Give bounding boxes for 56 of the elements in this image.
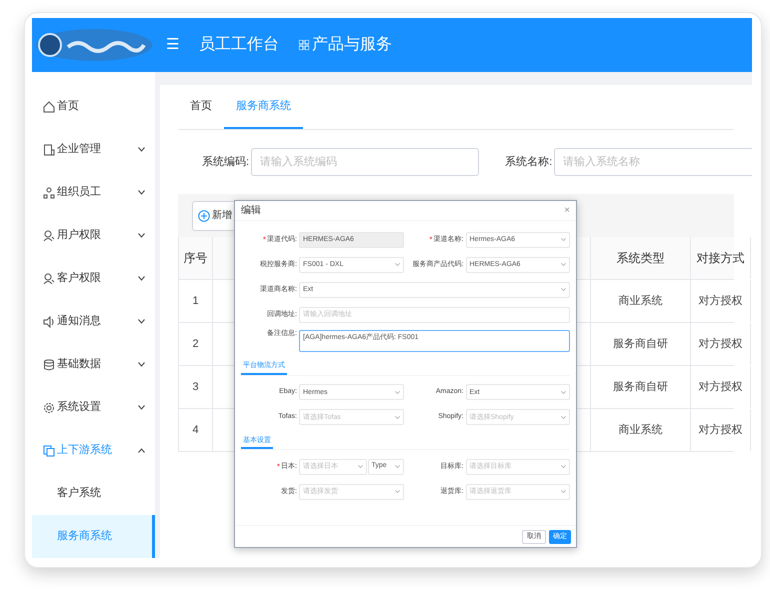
settings-icon: [43, 402, 55, 414]
column-header[interactable]: 序号: [179, 237, 213, 279]
sidebar-item[interactable]: 客户权限: [32, 257, 155, 300]
chevron-down-icon: [561, 263, 566, 266]
sidebar-subitem[interactable]: 客户系统: [32, 472, 155, 515]
tab[interactable]: 首页: [178, 85, 224, 129]
chevron-down-icon: [561, 490, 566, 493]
document-icon: [43, 144, 55, 156]
chevron-down-icon: [394, 263, 400, 266]
table-cell: 2: [179, 323, 213, 365]
column-header[interactable]: 对接方式: [691, 237, 751, 279]
table-cell: 商业系统: [591, 280, 691, 322]
chevron-down-icon: [394, 416, 400, 418]
column-header[interactable]: 系统类型: [591, 237, 691, 279]
required-mark: *: [429, 236, 433, 244]
home-icon: [43, 100, 55, 112]
sidebar-item[interactable]: 用户权限: [32, 214, 155, 257]
table-cell: 商业系统: [591, 409, 691, 451]
text-field[interactable]: 请输入系统编码: [251, 148, 480, 176]
user-key-icon: [43, 272, 55, 284]
table-cell: 3: [179, 366, 213, 408]
chevron-down-icon: [561, 416, 566, 418]
field-label: 系统名称:: [505, 154, 552, 170]
sidebar-item[interactable]: 首页: [32, 85, 155, 128]
sidebar-item[interactable]: 通知消息: [32, 300, 155, 343]
chevron-down-icon: [394, 390, 400, 394]
chevron-down-icon: [394, 490, 400, 493]
table-cell: 对方授权: [691, 280, 751, 322]
user-key-icon: [43, 230, 55, 242]
sidebar-item[interactable]: 系统设置: [32, 386, 155, 429]
table-cell: 服务商自研: [591, 366, 691, 408]
dialog-title: 编辑: [241, 206, 261, 216]
chevron-down-icon: [561, 288, 566, 291]
table-cell: 对方授权: [691, 409, 751, 451]
table-cell: 4: [179, 409, 213, 451]
chevron-down-icon: [561, 390, 566, 394]
org-chart-icon: [43, 186, 55, 198]
table-cell: 1: [179, 280, 213, 322]
sidebar-item[interactable]: 组织员工: [32, 171, 155, 214]
sidebar-item[interactable]: 企业管理: [32, 128, 155, 171]
chevron-down-icon: [394, 465, 400, 468]
plus-circle-icon: [198, 210, 210, 222]
field-label: 系统编码:: [202, 154, 250, 170]
database-icon: [43, 358, 55, 370]
copy-icon: [43, 444, 55, 456]
chevron-down-icon: [561, 238, 566, 241]
text-field[interactable]: 请输入系统名称: [554, 148, 752, 176]
chevron-down-icon: [358, 465, 362, 468]
chevron-down-icon: [561, 465, 566, 468]
speaker-icon: [43, 316, 55, 328]
table-cell: 对方授权: [691, 366, 751, 408]
sidebar-item[interactable]: 基础数据: [32, 343, 155, 386]
required-mark: *: [262, 236, 266, 244]
required-mark: *: [276, 462, 280, 470]
table-cell: 服务商自研: [591, 323, 691, 365]
table-cell: 对方授权: [691, 323, 751, 365]
